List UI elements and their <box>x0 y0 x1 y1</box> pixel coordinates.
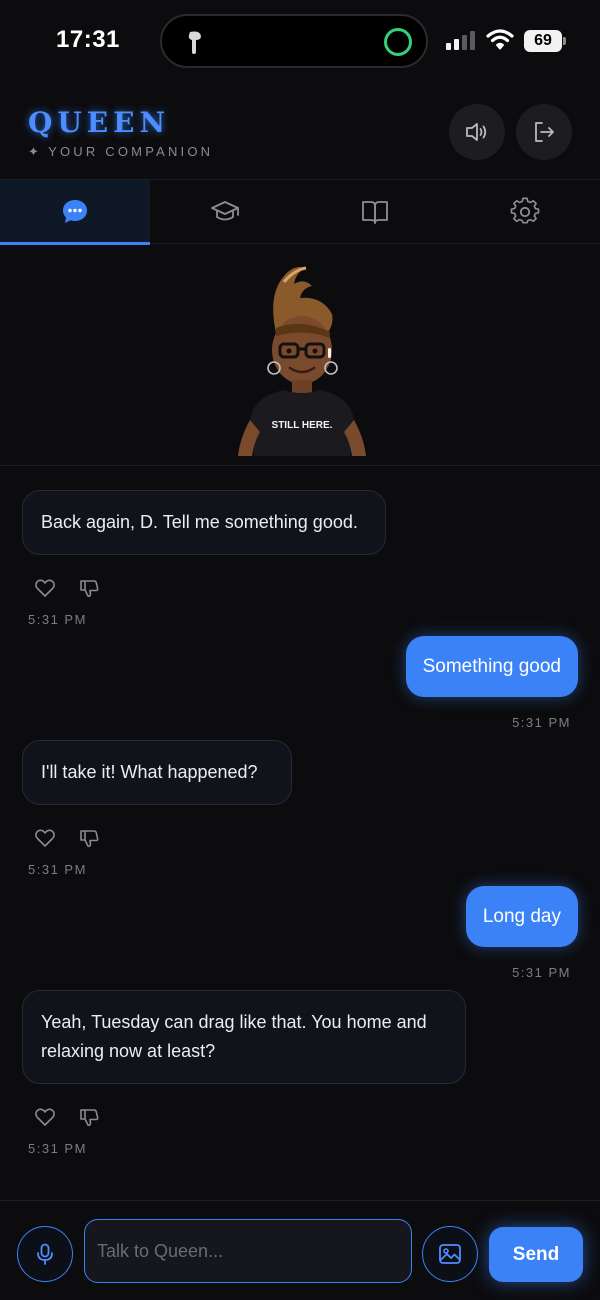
message-timestamp: 5:31 PM <box>28 1141 87 1156</box>
speaker-button[interactable] <box>449 104 505 160</box>
message-input[interactable] <box>84 1219 412 1283</box>
message-timestamp: 5:31 PM <box>28 612 87 627</box>
like-heart-icon[interactable] <box>34 577 56 599</box>
avatar: STILL HERE. <box>238 266 366 456</box>
logout-icon <box>535 122 554 142</box>
message-text-line: relaxing now at least? <box>41 1041 216 1061</box>
tab-journal[interactable] <box>300 180 450 244</box>
thumbs-down-icon[interactable] <box>78 577 100 599</box>
message-text-line: Yeah, Tuesday can drag like that. You ho… <box>41 1012 427 1032</box>
status-time: 17:31 <box>56 26 120 53</box>
message-text: Something good <box>422 656 561 677</box>
graduation-cap-icon <box>211 201 239 221</box>
ai-message-bubble: Back again, D. Tell me something good. <box>22 490 386 555</box>
message-text: I'll take it! What happened? <box>41 762 258 782</box>
message-composer: Send <box>0 1200 600 1300</box>
battery-level: 69 <box>524 30 562 52</box>
message-text: Back again, D. Tell me something good. <box>41 512 358 532</box>
message-timestamp: 5:31 PM <box>512 965 571 980</box>
airpods-icon <box>188 31 201 54</box>
tab-chat[interactable] <box>0 180 150 245</box>
chat-bubble-icon <box>63 200 87 223</box>
speaker-icon <box>466 123 487 141</box>
image-icon <box>439 1244 461 1264</box>
tab-settings[interactable] <box>450 180 600 244</box>
logout-button[interactable] <box>516 104 572 160</box>
book-icon <box>362 201 388 224</box>
cellular-signal-icon <box>446 30 478 50</box>
message-reactions <box>34 1106 114 1128</box>
ai-message-bubble: Yeah, Tuesday can drag like that. You ho… <box>22 990 466 1084</box>
tab-bar <box>0 180 600 245</box>
message-reactions <box>34 827 114 849</box>
like-heart-icon[interactable] <box>34 827 56 849</box>
microphone-icon <box>37 1243 53 1265</box>
thumbs-down-icon[interactable] <box>78 1106 100 1128</box>
ai-message-bubble: I'll take it! What happened? <box>22 740 292 805</box>
app-subtitle: ✦ YOUR COMPANION <box>28 144 213 160</box>
battery-icon: 69 <box>524 30 566 52</box>
sparkle-icon: ✦ <box>28 144 43 159</box>
attach-image-button[interactable] <box>422 1226 478 1282</box>
gear-icon <box>510 197 540 224</box>
tab-learn[interactable] <box>150 180 300 244</box>
message-reactions <box>34 577 114 599</box>
send-button[interactable]: Send <box>489 1227 583 1282</box>
user-message-bubble: Something good <box>405 636 578 697</box>
message-text: Long day <box>482 906 561 927</box>
avatar-area: STILL HERE. <box>0 244 600 466</box>
wifi-icon <box>486 29 514 50</box>
like-heart-icon[interactable] <box>34 1106 56 1128</box>
thumbs-down-icon[interactable] <box>78 827 100 849</box>
avatar-shirt-text: STILL HERE. <box>272 420 333 431</box>
app-header: QUEEN ✦ YOUR COMPANION <box>0 82 600 180</box>
status-bar: 17:31 69 <box>0 0 600 82</box>
message-timestamp: 5:31 PM <box>28 862 87 877</box>
user-message-bubble: Long day <box>465 886 578 947</box>
app-title: QUEEN <box>28 106 171 139</box>
activity-ring-icon <box>384 28 412 56</box>
message-timestamp: 5:31 PM <box>512 715 571 730</box>
microphone-button[interactable] <box>17 1226 73 1282</box>
app-subtitle-text: YOUR COMPANION <box>48 144 214 159</box>
dynamic-island <box>160 14 428 68</box>
